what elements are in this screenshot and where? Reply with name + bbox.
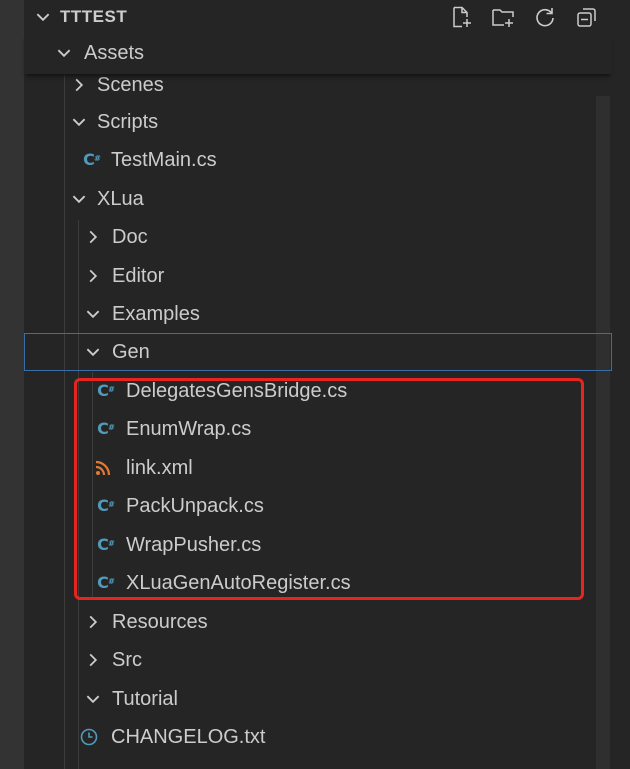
tree-item-label: Editor [112, 265, 165, 287]
tree-item-label: Doc [112, 226, 148, 248]
collapse-all-icon [577, 8, 596, 27]
chevron-right-icon [89, 230, 98, 244]
chevron-down-icon [57, 49, 71, 58]
tree-item-label: Assets [84, 42, 145, 64]
workspace-title: TTTEST [60, 7, 128, 26]
csharp-file-icon: C # [83, 150, 101, 169]
tree-item-label: CHANGELOG.txt [111, 726, 266, 748]
tree-item-label: Scripts [97, 111, 159, 133]
tree-item-changelog[interactable]: CHANGELOG.txt [24, 718, 610, 756]
chevron-down-icon [72, 118, 86, 127]
tree-item-label: XLua [97, 188, 144, 210]
tree-item-gen[interactable]: Gen [24, 333, 612, 371]
tree-item-testmain[interactable]: C # TestMain.cs [24, 141, 610, 179]
tree-item-examples[interactable]: Examples [24, 295, 610, 333]
clock-file-icon [80, 728, 98, 746]
tree-item-label: Resources [112, 611, 208, 633]
sticky-scroll-header[interactable]: Assets [24, 34, 612, 74]
chevron-right-icon [75, 78, 84, 92]
highlight-annotation [74, 378, 584, 600]
chevron-down-icon [72, 195, 86, 204]
new-file-icon [453, 6, 471, 28]
refresh-button[interactable] [532, 4, 558, 30]
refresh-icon [536, 8, 554, 27]
chevron-down-icon[interactable] [34, 8, 52, 26]
new-folder-icon [492, 9, 514, 27]
explorer-header[interactable]: TTTEST [24, 0, 630, 34]
tree-item-src[interactable]: Src [24, 641, 610, 679]
tree-item-label: Src [112, 649, 142, 671]
tree-item-resources[interactable]: Resources [24, 603, 610, 641]
tree-item-label: Scenes [97, 74, 164, 96]
chevron-down-icon [86, 310, 100, 319]
explorer-panel: TTTEST Scenes Scripts C # TestMain.cs XL… [24, 0, 630, 769]
chevron-down-icon [86, 348, 100, 357]
new-folder-button[interactable] [490, 4, 516, 30]
tree-item-label: Examples [112, 303, 200, 325]
tree-item-xlua[interactable]: XLua [24, 180, 610, 218]
activity-bar [0, 0, 24, 769]
chevron-down-icon [86, 695, 100, 704]
chevron-right-icon [89, 615, 98, 629]
tree-item-doc[interactable]: Doc [24, 218, 610, 256]
tree-item-tutorial[interactable]: Tutorial [24, 680, 610, 718]
tree-item-label: Tutorial [112, 688, 178, 710]
tree-item-label: Gen [112, 341, 150, 363]
tree-item-assets[interactable]: Assets [24, 34, 610, 72]
tree-item-editor[interactable]: Editor [24, 257, 610, 295]
chevron-right-icon [89, 653, 98, 667]
new-file-button[interactable] [448, 4, 474, 30]
tree-item-scripts[interactable]: Scripts [24, 103, 610, 141]
collapse-all-button[interactable] [574, 4, 600, 30]
chevron-right-icon [89, 269, 98, 283]
tree-item-label: TestMain.cs [111, 149, 217, 171]
